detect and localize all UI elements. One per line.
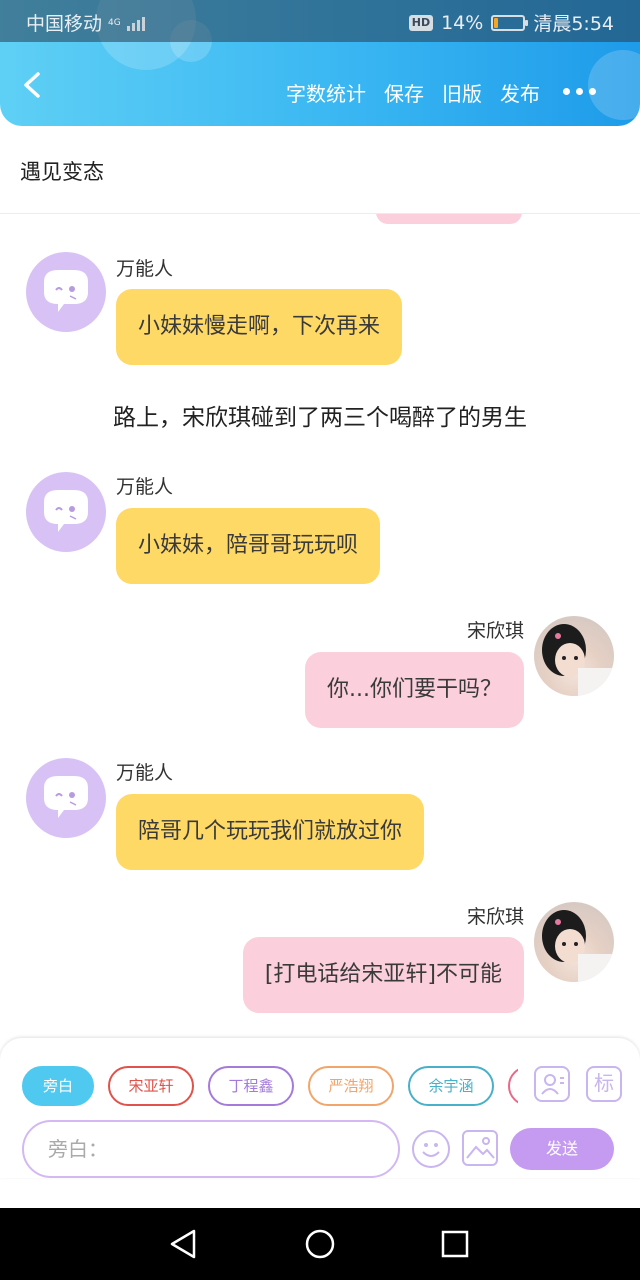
avatar-photo bbox=[542, 910, 612, 982]
system-nav-bar bbox=[0, 1208, 640, 1280]
message-bubble[interactable]: 你...你们要干吗？ bbox=[305, 652, 524, 728]
battery-percent: 14% bbox=[441, 11, 484, 34]
message-bubble-partial bbox=[376, 214, 522, 224]
battery-level bbox=[494, 17, 499, 28]
narration-text[interactable]: 路上，宋欣琪碰到了两三个喝醉了的男生 bbox=[0, 398, 640, 432]
nav-recents-icon[interactable] bbox=[440, 1228, 470, 1260]
role-selector[interactable]: 旁白 宋亚轩 丁程鑫 严浩翔 余宇涵 bbox=[22, 1066, 518, 1106]
chat-bubble-icon bbox=[44, 490, 88, 532]
message-input[interactable]: 旁白： bbox=[22, 1120, 400, 1178]
bot-avatar bbox=[26, 472, 106, 552]
user-avatar bbox=[534, 902, 614, 982]
story-title-row[interactable]: 遇见变态 bbox=[0, 140, 640, 214]
input-panel: 旁白 宋亚轩 丁程鑫 严浩翔 余宇涵 标 旁白： 发送 bbox=[0, 1038, 640, 1178]
sender-name: 万能人 bbox=[116, 762, 174, 784]
hd-icon: HD bbox=[408, 14, 434, 31]
sender-name: 宋欣琪 bbox=[466, 620, 524, 642]
tag-icon[interactable]: 标 bbox=[586, 1066, 622, 1102]
role-chip[interactable]: 严浩翔 bbox=[308, 1066, 394, 1106]
chat-bubble-icon bbox=[44, 270, 88, 312]
network-label: 4G bbox=[108, 17, 121, 28]
emoji-icon[interactable] bbox=[412, 1130, 450, 1168]
image-icon[interactable] bbox=[462, 1130, 498, 1166]
nav-home-icon[interactable] bbox=[304, 1228, 336, 1260]
message-bubble[interactable]: 小妹妹慢走啊，下次再来 bbox=[116, 289, 403, 365]
message-bubble[interactable]: [打电话给宋亚轩]不可能 bbox=[242, 937, 524, 1013]
carrier-label: 中国移动 bbox=[26, 13, 103, 35]
role-chip[interactable]: 丁程鑫 bbox=[208, 1066, 294, 1106]
bot-avatar bbox=[26, 252, 106, 332]
character-manage-icon[interactable] bbox=[534, 1066, 570, 1102]
role-chip-narrator[interactable]: 旁白 bbox=[22, 1066, 94, 1106]
signal-icon bbox=[126, 15, 145, 31]
sender-name: 宋欣琪 bbox=[466, 906, 524, 928]
sender-name: 万能人 bbox=[116, 258, 174, 280]
status-bar: 中国移动 4G HD 14% 清晨5:54 bbox=[0, 0, 640, 42]
toolbar: 字数统计 保存 旧版 发布 bbox=[0, 42, 640, 126]
message-bubble[interactable]: 小妹妹，陪哥哥玩玩呗 bbox=[116, 508, 381, 584]
save-button[interactable]: 保存 bbox=[384, 78, 424, 107]
story-title: 遇见变态 bbox=[20, 160, 104, 184]
battery-icon bbox=[491, 14, 529, 31]
role-chip[interactable]: 余宇涵 bbox=[408, 1066, 494, 1106]
role-chip[interactable]: 宋亚轩 bbox=[108, 1066, 194, 1106]
app-header: 中国移动 4G HD 14% 清晨5:54 字数统计 保存 旧版 发布 bbox=[0, 0, 640, 126]
nav-back-icon[interactable] bbox=[168, 1228, 198, 1260]
back-arrow-icon[interactable] bbox=[18, 70, 48, 100]
chat-area[interactable]: 万能人 小妹妹慢走啊，下次再来 路上，宋欣琪碰到了两三个喝醉了的男生 万能人 小… bbox=[0, 214, 640, 1038]
old-version-button[interactable]: 旧版 bbox=[442, 78, 482, 107]
user-avatar bbox=[534, 616, 614, 696]
avatar-photo bbox=[542, 624, 612, 696]
bot-avatar bbox=[26, 758, 106, 838]
chat-bubble-icon bbox=[44, 776, 88, 818]
send-button[interactable]: 发送 bbox=[510, 1128, 614, 1170]
clock: 清晨5:54 bbox=[533, 13, 614, 35]
word-count-button[interactable]: 字数统计 bbox=[286, 78, 366, 107]
role-chip-partial[interactable] bbox=[508, 1066, 518, 1106]
sender-name: 万能人 bbox=[116, 476, 174, 498]
publish-button[interactable]: 发布 bbox=[500, 78, 540, 107]
message-bubble[interactable]: 陪哥几个玩玩我们就放过你 bbox=[116, 794, 425, 870]
more-options-icon[interactable] bbox=[563, 88, 596, 95]
